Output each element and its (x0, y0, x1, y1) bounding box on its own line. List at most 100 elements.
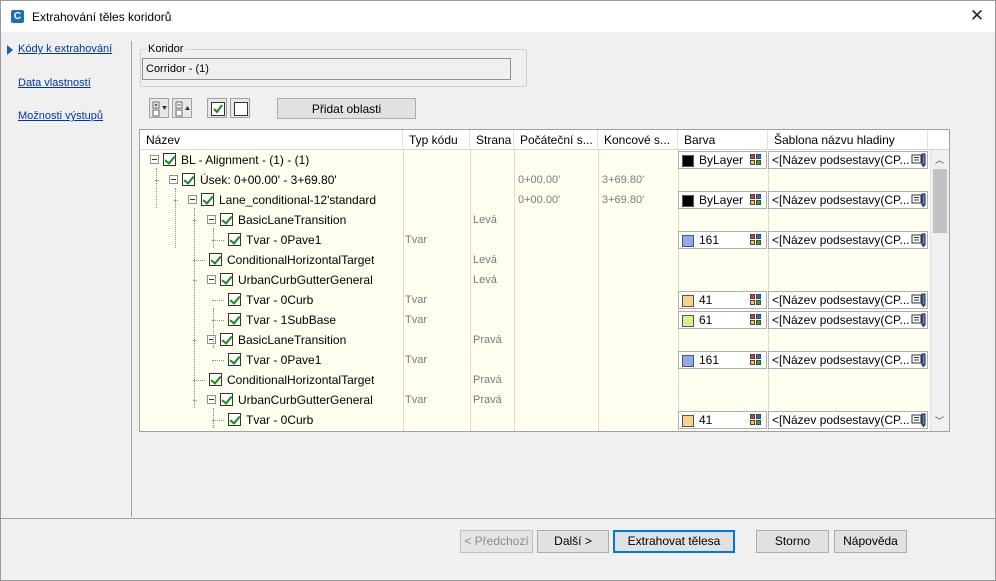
layer-template-field[interactable]: <[Název podsestavy(CP... (768, 231, 928, 249)
color-picker[interactable]: 161 (678, 351, 767, 369)
color-palette-icon[interactable] (750, 234, 763, 247)
row-side: Pravá (473, 394, 502, 406)
row-side: Pravá (473, 334, 502, 346)
color-swatch (682, 295, 694, 307)
color-palette-icon[interactable] (750, 294, 763, 307)
collapse-toggle-icon[interactable] (188, 195, 197, 204)
row-name: BL - Alignment - (1) - (1) (181, 153, 310, 167)
color-palette-icon[interactable] (750, 194, 763, 207)
color-picker[interactable]: 61 (678, 311, 767, 329)
row-side: Levá (473, 254, 497, 266)
row-checkbox[interactable] (228, 293, 241, 306)
layer-template-field[interactable]: <[Název podsestavy(CP... (768, 291, 928, 309)
color-picker[interactable]: ByLayer (678, 151, 767, 169)
edit-template-icon[interactable] (911, 153, 927, 168)
collapse-toggle-icon[interactable] (207, 215, 216, 224)
edit-template-icon[interactable] (911, 293, 927, 308)
col-header-end-station[interactable]: Koncové s... (598, 130, 678, 150)
cancel-button[interactable]: Storno (756, 530, 829, 553)
color-palette-icon[interactable] (750, 414, 763, 427)
current-page-arrow-icon (7, 45, 13, 55)
row-side: Pravá (473, 374, 502, 386)
row-checkbox[interactable] (209, 253, 222, 266)
edit-template-icon[interactable] (911, 413, 927, 428)
row-checkbox[interactable] (228, 313, 241, 326)
layer-template-field[interactable]: <[Název podsestavy(CP... (768, 311, 928, 329)
help-button[interactable]: Nápověda (834, 530, 907, 553)
color-picker[interactable]: 161 (678, 231, 767, 249)
row-name: ConditionalHorizontalTarget (227, 253, 375, 267)
col-header-name[interactable]: Název (140, 130, 403, 150)
row-name: ConditionalHorizontalTarget (227, 373, 375, 387)
extract-solids-button[interactable]: Extrahovat tělesa (613, 530, 735, 553)
expand-all-button[interactable] (149, 98, 169, 118)
row-checkbox[interactable] (220, 393, 233, 406)
uncheck-all-button[interactable] (230, 98, 250, 118)
collapse-toggle-icon[interactable] (169, 175, 178, 184)
collapse-toggle-icon[interactable] (150, 155, 159, 164)
col-header-start-station[interactable]: Počáteční s... (514, 130, 598, 150)
edit-template-icon[interactable] (911, 193, 927, 208)
table-row: UrbanCurbGutterGeneral Levá (140, 270, 930, 290)
row-side: Levá (473, 214, 497, 226)
color-palette-icon[interactable] (750, 154, 763, 167)
check-all-button[interactable] (207, 98, 227, 118)
layer-template-value: <[Název podsestavy(CP... (772, 353, 910, 367)
col-header-color[interactable]: Barva (678, 130, 768, 150)
color-picker[interactable]: 41 (678, 411, 767, 429)
row-side: Levá (473, 274, 497, 286)
nav-item-codes[interactable]: Kódy k extrahování (18, 43, 112, 55)
row-checkbox[interactable] (228, 233, 241, 246)
collapse-all-button[interactable] (172, 98, 192, 118)
vertical-scrollbar[interactable]: ︿ ﹀ (930, 150, 949, 431)
edit-template-icon[interactable] (911, 313, 927, 328)
row-code-type: Tvar (405, 294, 427, 306)
collapse-toggle-icon[interactable] (207, 275, 216, 284)
layer-template-value: <[Název podsestavy(CP... (772, 293, 910, 307)
tree-connector (213, 408, 214, 428)
scroll-thumb[interactable] (933, 169, 947, 233)
row-checkbox[interactable] (209, 373, 222, 386)
scroll-down-icon[interactable]: ﹀ (935, 414, 944, 427)
row-checkbox[interactable] (163, 153, 176, 166)
color-picker[interactable]: 41 (678, 291, 767, 309)
layer-template-field[interactable]: <[Název podsestavy(CP... (768, 351, 928, 369)
color-palette-icon[interactable] (750, 314, 763, 327)
row-checkbox[interactable] (201, 193, 214, 206)
layer-template-value: <[Název podsestavy(CP... (772, 193, 910, 207)
layer-template-field[interactable]: <[Název podsestavy(CP... (768, 411, 928, 429)
edit-template-icon[interactable] (911, 353, 927, 368)
table-row: BasicLaneTransition Levá (140, 210, 930, 230)
color-palette-icon[interactable] (750, 354, 763, 367)
layer-template-field[interactable]: <[Název podsestavy(CP... (768, 191, 928, 209)
row-checkbox[interactable] (182, 173, 195, 186)
edit-template-icon[interactable] (911, 233, 927, 248)
nav-item-property-data[interactable]: Data vlastností (18, 77, 91, 89)
col-header-layer-template[interactable]: Šablona názvu hladiny (768, 130, 928, 150)
codes-grid: Název Typ kódu Strana Počáteční s... Kon… (139, 129, 950, 432)
row-name: Tvar - 1SubBase (246, 313, 337, 327)
row-checkbox[interactable] (228, 413, 241, 426)
add-regions-button[interactable]: Přidat oblasti (277, 98, 416, 119)
tree-connector (194, 208, 195, 408)
color-picker[interactable]: ByLayer (678, 191, 767, 209)
row-checkbox[interactable] (228, 353, 241, 366)
row-code-type: Tvar (405, 234, 427, 246)
layer-template-field[interactable]: <[Název podsestavy(CP... (768, 151, 928, 169)
row-checkbox[interactable] (220, 213, 233, 226)
previous-button[interactable]: < Předchozí (460, 530, 533, 553)
collapse-toggle-icon[interactable] (207, 395, 216, 404)
row-name: BasicLaneTransition (238, 333, 347, 347)
row-checkbox[interactable] (220, 273, 233, 286)
close-icon[interactable]: ✕ (966, 6, 988, 28)
row-name: BasicLaneTransition (238, 213, 347, 227)
nav-item-output-options[interactable]: Možnosti výstupů (18, 110, 103, 122)
row-checkbox[interactable] (220, 333, 233, 346)
next-button[interactable]: Další > (537, 530, 609, 553)
navigation-panel: Kódy k extrahování Data vlastností Možno… (1, 32, 131, 518)
col-header-code-type[interactable]: Typ kódu (403, 130, 470, 150)
collapse-toggle-icon[interactable] (207, 335, 216, 344)
scroll-up-icon[interactable]: ︿ (935, 153, 944, 166)
corridor-field: Corridor - (1) (142, 58, 511, 80)
col-header-side[interactable]: Strana (470, 130, 514, 150)
